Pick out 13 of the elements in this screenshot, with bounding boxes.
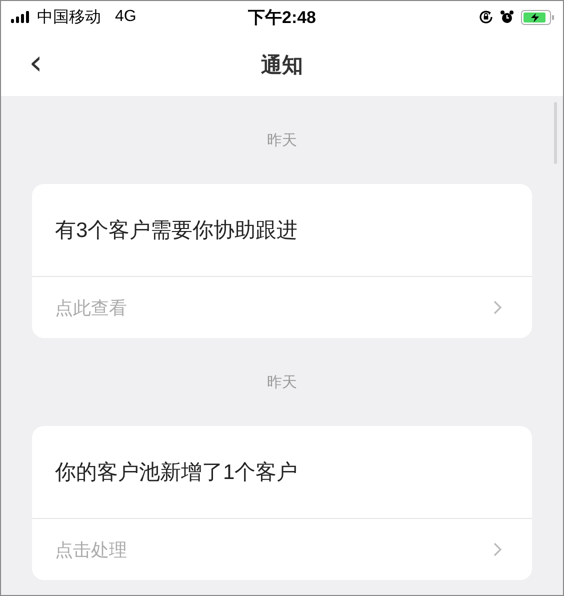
page-title: 通知	[261, 52, 303, 78]
battery-icon	[521, 10, 555, 24]
chevron-right-icon	[493, 300, 502, 315]
carrier-name: 中国移动	[37, 8, 101, 28]
rotation-lock-icon	[479, 10, 493, 24]
signal-icon	[11, 11, 31, 23]
date-label: 昨天	[266, 373, 298, 393]
back-button[interactable]: ‹	[23, 43, 49, 83]
network-type: 4G	[115, 8, 136, 26]
status-time: 下午2:48	[248, 6, 316, 28]
chevron-right-icon	[493, 542, 502, 557]
alarm-icon	[500, 10, 514, 24]
date-label: 昨天	[266, 131, 298, 151]
